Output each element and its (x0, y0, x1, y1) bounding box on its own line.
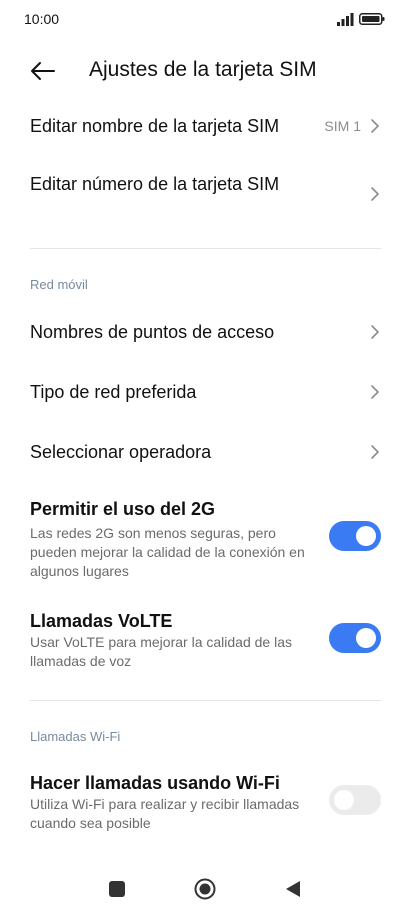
select-operator-label: Seleccionar operadora (30, 442, 212, 462)
status-bar: 10:00 (0, 0, 411, 40)
recents-square-icon[interactable] (109, 881, 125, 897)
section-header-mobile-network: Red móvil (30, 277, 88, 292)
battery-icon (359, 13, 385, 25)
wifi-calling-title: Hacer llamadas usando Wi-Fi (30, 773, 280, 793)
toggle-knob (356, 628, 376, 648)
divider (30, 248, 381, 249)
wifi-calling-row: Hacer llamadas usando Wi-Fi Utiliza Wi-F… (0, 770, 411, 834)
preferred-network-label: Tipo de red preferida (30, 382, 197, 402)
apn-label: Nombres de puntos de acceso (30, 322, 275, 342)
apn-row[interactable]: Nombres de puntos de acceso (0, 310, 411, 354)
preferred-network-row[interactable]: Tipo de red preferida (0, 370, 411, 414)
signal-icon (337, 13, 354, 26)
chevron-right-icon (371, 119, 379, 133)
chevron-right-icon (371, 445, 379, 459)
toggle-knob (356, 526, 376, 546)
edit-sim-number-label: Editar número de la tarjeta SIM (30, 174, 280, 194)
back-triangle-icon[interactable] (285, 880, 301, 898)
edit-sim-name-label: Editar nombre de la tarjeta SIM (30, 116, 280, 136)
arrow-left-icon[interactable] (28, 56, 58, 86)
volte-row: Llamadas VoLTE Usar VoLTE para mejorar l… (0, 608, 411, 672)
status-time: 10:00 (24, 11, 60, 27)
divider (30, 700, 381, 701)
section-header-wifi-calls: Llamadas Wi-Fi (30, 729, 121, 744)
volte-toggle[interactable] (329, 623, 381, 653)
wifi-calling-toggle[interactable] (329, 785, 381, 815)
sim-name-value: SIM 1 (324, 118, 361, 134)
allow-2g-toggle[interactable] (329, 521, 381, 551)
chevron-right-icon (371, 385, 379, 399)
page-title: Ajustes de la tarjeta SIM (89, 58, 317, 81)
chevron-right-icon (371, 325, 379, 339)
volte-title: Llamadas VoLTE (30, 611, 173, 631)
select-operator-row[interactable]: Seleccionar operadora (0, 430, 411, 474)
edit-sim-number-row[interactable]: Editar número de la tarjeta SIM (0, 164, 411, 224)
header: Ajustes de la tarjeta SIM (0, 48, 411, 96)
navigation-bar (0, 862, 411, 914)
allow-2g-description: Las redes 2G son menos seguras, pero pue… (30, 525, 305, 579)
allow-2g-row: Permitir el uso del 2G Las redes 2G son … (0, 496, 411, 582)
volte-description: Usar VoLTE para mejorar la calidad de la… (30, 634, 292, 669)
home-circle-icon[interactable] (194, 878, 216, 900)
edit-sim-name-row[interactable]: Editar nombre de la tarjeta SIM SIM 1 (0, 104, 411, 148)
toggle-knob (334, 790, 354, 810)
allow-2g-title: Permitir el uso del 2G (30, 499, 216, 519)
wifi-calling-description: Utiliza Wi-Fi para realizar y recibir ll… (30, 796, 300, 831)
chevron-right-icon (371, 187, 379, 201)
